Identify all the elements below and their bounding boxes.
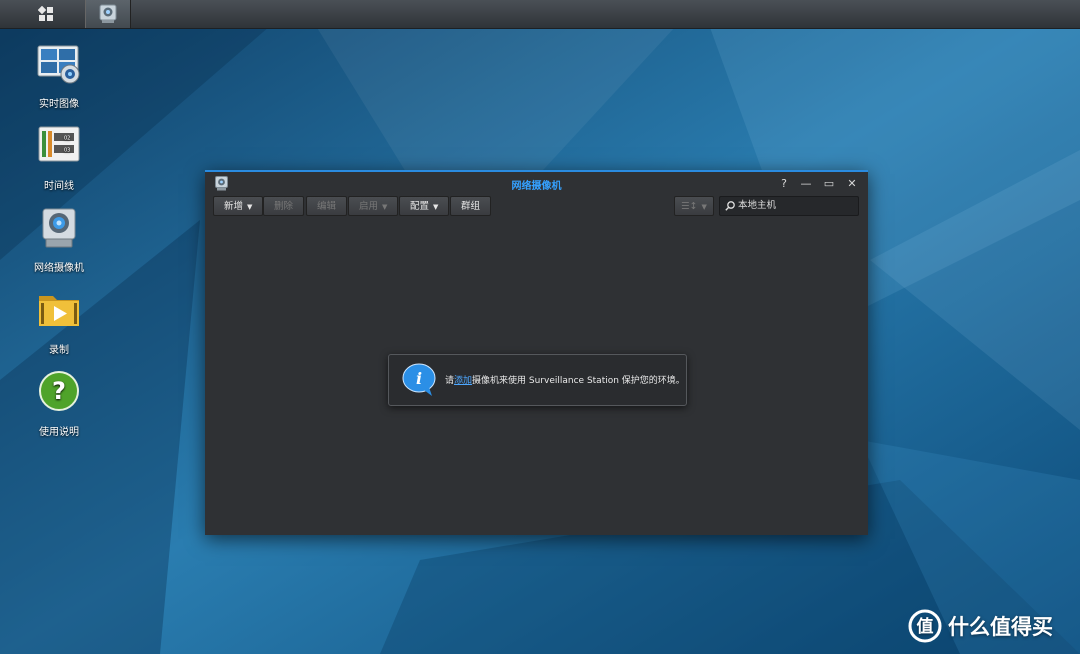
svg-text:02: 02 bbox=[64, 136, 70, 142]
view-mode-button[interactable]: ☰↕ ▼ bbox=[674, 196, 714, 216]
delete-button-label: 删除 bbox=[274, 201, 294, 212]
desktop-icon-label: 使用说明 bbox=[39, 427, 79, 438]
watermark-text: 什么值得买 bbox=[948, 615, 1053, 639]
edit-button-label: 编辑 bbox=[317, 201, 337, 212]
main-menu-button[interactable] bbox=[24, 0, 68, 28]
surveillance-app-icon bbox=[99, 4, 117, 23]
ip-camera-icon bbox=[42, 208, 76, 248]
close-button[interactable]: ✕ bbox=[844, 176, 860, 192]
message-prefix: 请 bbox=[445, 376, 455, 386]
svg-text:03: 03 bbox=[64, 148, 70, 154]
add-camera-link[interactable]: 添加 bbox=[454, 376, 472, 386]
desktop-icon-label: 录制 bbox=[49, 345, 69, 356]
chevron-down-icon: ▼ bbox=[701, 203, 707, 211]
desktop-icon-label: 实时图像 bbox=[39, 99, 79, 110]
search-icon bbox=[725, 201, 735, 211]
desktop-icon-recording[interactable]: 录制 bbox=[18, 288, 100, 356]
enable-button-label: 启用 bbox=[359, 201, 379, 212]
window-titlebar[interactable]: 网络摄像机 ? — ▭ ✕ bbox=[205, 172, 868, 196]
svg-text:?: ? bbox=[52, 377, 66, 405]
ip-camera-window: 网络摄像机 ? — ▭ ✕ 新增 ▼ 删除 编辑 启用 ▼ 配置 ▼ 群组 ☰↕ ▼ 本… bbox=[205, 170, 868, 535]
chevron-down-icon: ▼ bbox=[247, 203, 253, 211]
live-view-icon bbox=[37, 45, 80, 84]
taskbar-surveillance-app[interactable] bbox=[85, 0, 131, 28]
empty-state-message: i 请添加摄像机来使用 Surveillance Station 保护您的环境。 bbox=[388, 354, 687, 406]
group-button[interactable]: 群组 bbox=[450, 196, 492, 216]
configure-button-label: 配置 bbox=[410, 201, 430, 212]
watermark-logo-icon: 值 bbox=[908, 609, 942, 643]
list-view-icon: ☰↕ bbox=[681, 201, 698, 212]
add-button-label: 新增 bbox=[224, 201, 244, 212]
help-icon: ? bbox=[39, 371, 79, 411]
main-menu-icon bbox=[38, 6, 53, 21]
timeline-icon: 02 03 bbox=[38, 126, 80, 162]
chevron-down-icon: ▼ bbox=[382, 203, 388, 211]
search-input[interactable]: 本地主机 bbox=[719, 196, 859, 216]
minimize-button[interactable]: — bbox=[798, 176, 814, 192]
svg-text:i: i bbox=[416, 369, 422, 388]
desktop-icon-live-view[interactable]: 实时图像 bbox=[18, 42, 100, 110]
desktop-icon-timeline[interactable]: 02 03 时间线 bbox=[18, 124, 100, 192]
enable-button[interactable]: 启用 ▼ bbox=[348, 196, 399, 216]
desktop-icon-label: 网络摄像机 bbox=[34, 263, 84, 274]
info-icon: i bbox=[402, 363, 436, 396]
desktop-icon-ip-camera[interactable]: 网络摄像机 bbox=[18, 206, 100, 274]
watermark: 值 什么值得买 bbox=[908, 606, 1053, 646]
maximize-button[interactable]: ▭ bbox=[821, 176, 837, 192]
group-button-label: 群组 bbox=[461, 201, 481, 212]
window-title: 网络摄像机 bbox=[511, 181, 562, 192]
delete-button[interactable]: 删除 bbox=[263, 196, 305, 216]
empty-state-text: 请添加摄像机来使用 Surveillance Station 保护您的环境。 bbox=[445, 373, 685, 386]
help-button[interactable]: ? bbox=[776, 176, 792, 192]
desktop-icon-label: 时间线 bbox=[44, 181, 74, 192]
add-button[interactable]: 新增 ▼ bbox=[213, 196, 264, 216]
svg-text:值: 值 bbox=[917, 616, 934, 637]
recording-folder-icon bbox=[39, 296, 79, 326]
desktop-icon-help[interactable]: ? 使用说明 bbox=[18, 370, 100, 438]
message-suffix: 摄像机来使用 Surveillance Station 保护您的环境。 bbox=[472, 376, 685, 386]
search-text: 本地主机 bbox=[738, 200, 777, 211]
edit-button[interactable]: 编辑 bbox=[306, 196, 348, 216]
taskbar bbox=[0, 0, 1080, 29]
configure-button[interactable]: 配置 ▼ bbox=[399, 196, 450, 216]
chevron-down-icon: ▼ bbox=[433, 203, 439, 211]
